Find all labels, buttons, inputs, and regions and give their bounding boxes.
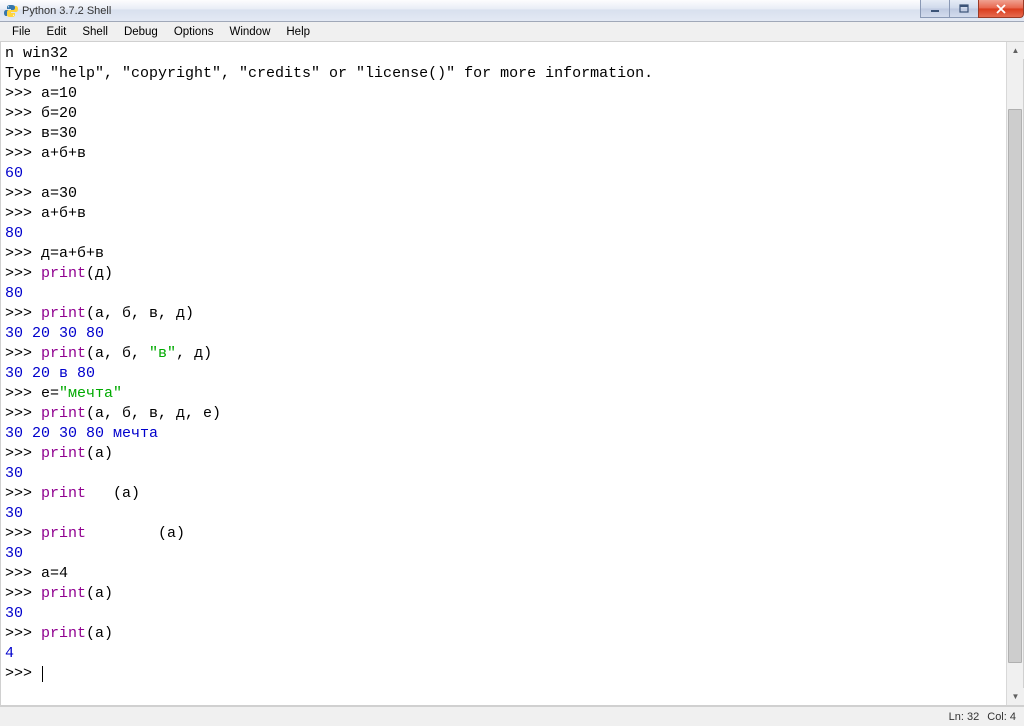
prompt: >>> [5,405,41,422]
output-line: 80 [5,285,23,302]
prompt: >>> [5,125,41,142]
menu-help[interactable]: Help [278,24,318,40]
window-title: Python 3.7.2 Shell [22,5,111,17]
prompt: >>> [5,85,41,102]
input-line: (а, б, [86,345,149,362]
prompt: >>> [5,585,41,602]
prompt: >>> [5,665,41,682]
python-icon [4,4,18,18]
prompt: >>> [5,245,41,262]
input-line: (д) [86,265,113,282]
prompt: >>> [5,625,41,642]
input-line: , д) [176,345,212,362]
menu-edit[interactable]: Edit [39,24,75,40]
titlebar: Python 3.7.2 Shell [0,0,1024,22]
output-line: 80 [5,225,23,242]
output-line: 30 [5,545,23,562]
input-line: (а) [86,625,113,642]
maximize-button[interactable] [949,0,979,18]
output-line: 30 [5,605,23,622]
input-line: е= [41,385,59,402]
status-line: Ln: 32 [949,711,980,723]
input-line: а=10 [41,85,77,102]
minimize-button[interactable] [920,0,950,18]
output-line: 30 [5,505,23,522]
output-line: 30 20 30 80 [5,325,104,342]
string: "в" [149,345,176,362]
vertical-scrollbar[interactable]: ▲ ▼ [1006,42,1023,705]
keyword: print [41,525,86,542]
keyword: print [41,265,86,282]
prompt: >>> [5,345,41,362]
prompt: >>> [5,525,41,542]
keyword: print [41,405,86,422]
input-line: а+б+в [41,145,86,162]
scroll-up-button[interactable]: ▲ [1007,42,1024,59]
keyword: print [41,485,86,502]
prompt: >>> [5,445,41,462]
prompt: >>> [5,565,41,582]
input-line: (а, б, в, д) [86,305,194,322]
menu-shell[interactable]: Shell [74,24,116,40]
prompt: >>> [5,145,41,162]
menu-debug[interactable]: Debug [116,24,166,40]
keyword: print [41,625,86,642]
input-line: в=30 [41,125,77,142]
output-line: 30 20 в 80 [5,365,95,382]
prompt: >>> [5,205,41,222]
input-line: (a) [86,585,113,602]
keyword: print [41,305,86,322]
prompt: >>> [5,265,41,282]
scroll-thumb[interactable] [1008,109,1022,663]
string: "мечта" [59,385,122,402]
input-line: (а, б, в, д, е) [86,405,221,422]
input-line: а=4 [41,565,68,582]
output-line: 4 [5,645,14,662]
prompt: >>> [5,185,41,202]
output-line: 30 20 30 80 мечта [5,425,158,442]
status-col: Col: 4 [987,711,1016,723]
input-line: б=20 [41,105,77,122]
window-controls [921,0,1024,18]
output-line: 60 [5,165,23,182]
prompt: >>> [5,485,41,502]
prompt: >>> [5,105,41,122]
input-line: д=а+б+в [41,245,104,262]
text-cursor [42,666,43,682]
keyword: print [41,585,86,602]
menubar: File Edit Shell Debug Options Window Hel… [0,22,1024,42]
banner-partial: n win32 [5,45,68,62]
input-line: а+б+в [41,205,86,222]
input-line: а=30 [41,185,77,202]
menu-file[interactable]: File [4,24,39,40]
scroll-track[interactable] [1007,59,1023,688]
keyword: print [41,445,86,462]
keyword: print [41,345,86,362]
editor-pane: n win32 Type "help", "copyright", "credi… [0,42,1024,706]
menu-options[interactable]: Options [166,24,222,40]
prompt: >>> [5,305,41,322]
shell-content[interactable]: n win32 Type "help", "copyright", "credi… [1,42,1023,705]
input-line: (а) [86,445,113,462]
scroll-down-button[interactable]: ▼ [1007,688,1024,705]
output-line: 30 [5,465,23,482]
prompt: >>> [5,385,41,402]
statusbar: Ln: 32 Col: 4 [0,706,1024,726]
banner-line: Type "help", "copyright", "credits" or "… [5,65,653,82]
input-line: (а) [86,485,140,502]
close-button[interactable] [978,0,1024,18]
input-line: (а) [86,525,185,542]
menu-window[interactable]: Window [221,24,278,40]
